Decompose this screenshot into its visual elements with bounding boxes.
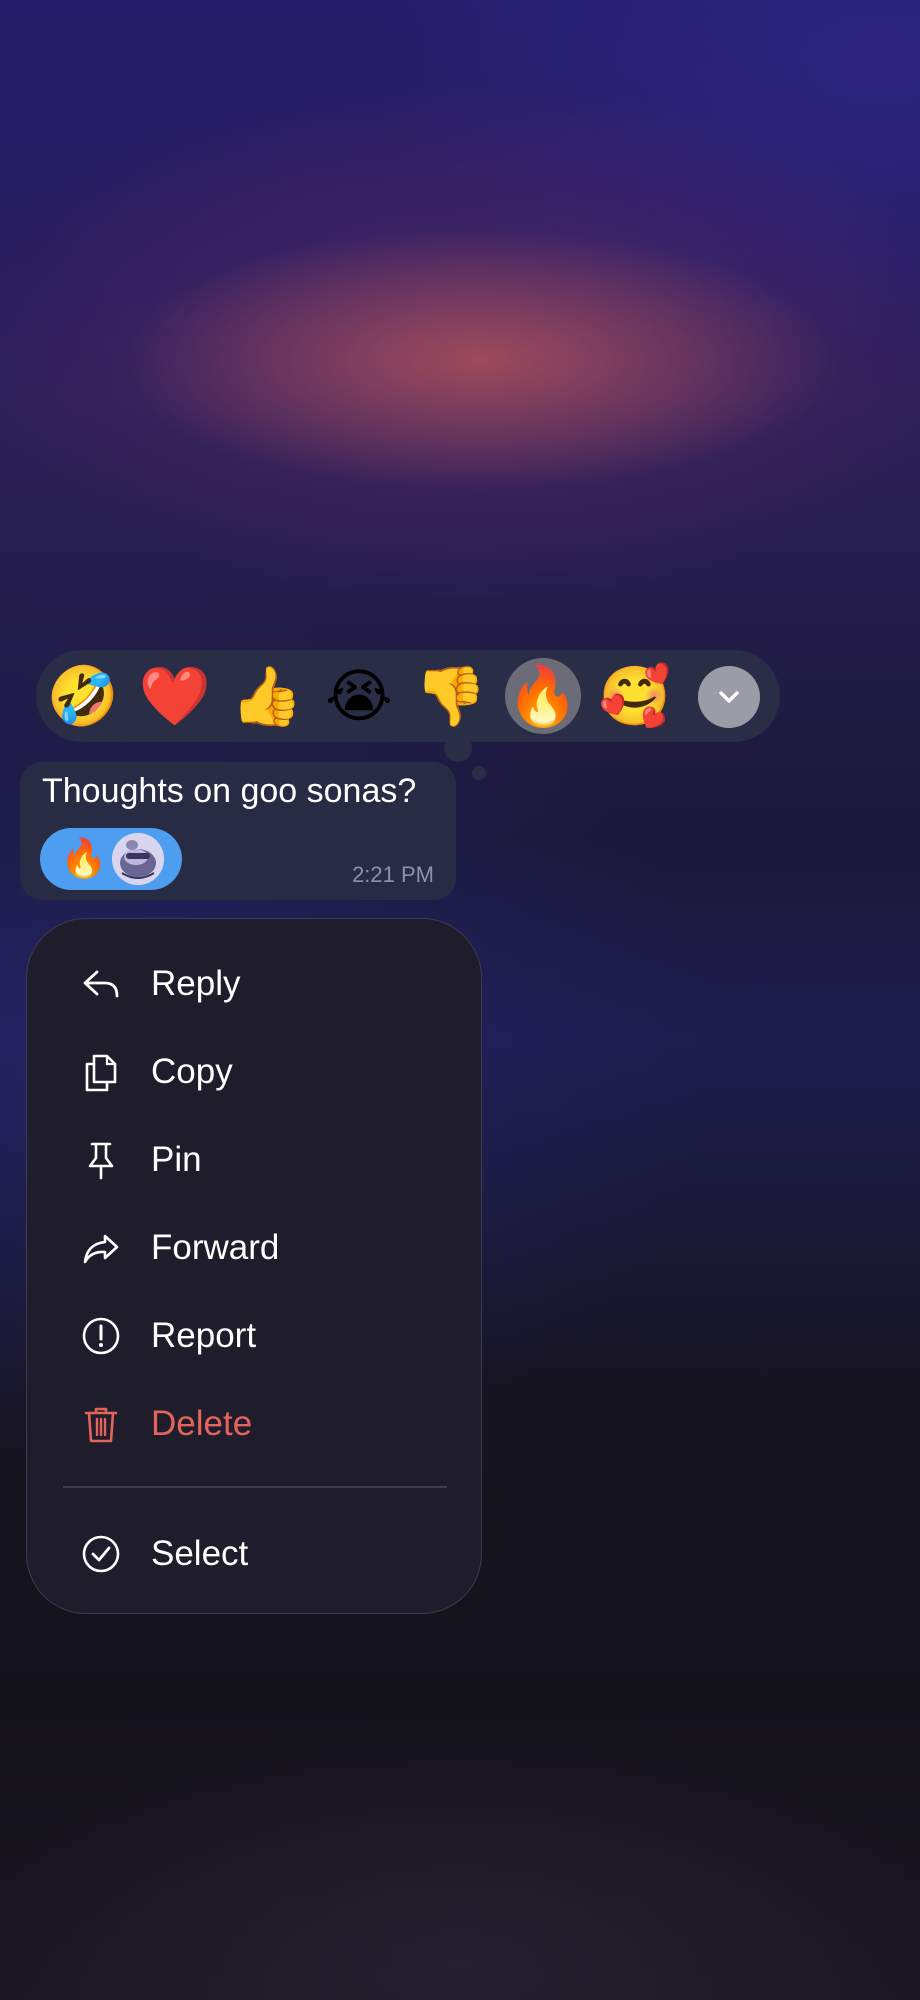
message-bubble[interactable]: Thoughts on goo sonas? 🔥 2:21 PM [20, 762, 456, 900]
reaction-rolling-laughing[interactable]: 🤣 [45, 658, 121, 734]
exclamation-circle-icon [82, 1317, 120, 1355]
menu-item-forward[interactable]: Forward [27, 1208, 483, 1288]
copy-icon [85, 1054, 117, 1092]
menu-separator [63, 1486, 447, 1488]
menu-item-select[interactable]: Select [27, 1514, 483, 1594]
menu-item-label: Select [151, 1534, 249, 1573]
context-menu: Reply Copy Pin Forward Report Delete Sel… [26, 918, 482, 1614]
chevron-down-icon [719, 691, 739, 703]
menu-item-label: Pin [151, 1140, 202, 1179]
reaction-fire[interactable]: 🔥 [505, 658, 581, 734]
reaction-heart[interactable]: ❤️ [137, 658, 213, 734]
menu-item-label: Copy [151, 1052, 233, 1091]
menu-item-copy[interactable]: Copy [27, 1032, 483, 1112]
menu-item-label: Reply [151, 964, 241, 1003]
thought-bubble-dot [444, 734, 472, 762]
check-circle-icon [82, 1535, 120, 1573]
reaction-emoji: 🔥 [60, 838, 108, 880]
reaction-thumbs-up[interactable]: 👍 [229, 658, 305, 734]
menu-item-reply[interactable]: Reply [27, 944, 483, 1024]
thought-bubble-dot-small [472, 766, 486, 780]
reaction-thumbs-down[interactable]: 👎 [413, 658, 489, 734]
reaction-picker: 🤣 ❤️ 👍 😭 👎 🔥 🥰 [36, 650, 780, 742]
menu-item-label: Report [151, 1316, 257, 1355]
trash-icon [84, 1407, 118, 1443]
message-reaction-pill[interactable]: 🔥 [40, 828, 182, 890]
menu-item-label: Delete [151, 1404, 253, 1443]
reply-icon [83, 970, 119, 998]
reactor-avatar [112, 833, 164, 885]
reaction-crying[interactable]: 😭 [321, 658, 397, 734]
menu-item-delete[interactable]: Delete [27, 1384, 483, 1464]
menu-item-report[interactable]: Report [27, 1296, 483, 1376]
menu-item-label: Forward [151, 1228, 280, 1267]
reaction-smiling-hearts[interactable]: 🥰 [597, 658, 673, 734]
expand-reactions-button[interactable] [698, 666, 760, 728]
message-timestamp: 2:21 PM [352, 862, 434, 887]
forward-icon [83, 1234, 119, 1264]
pin-icon [88, 1142, 114, 1180]
message-text: Thoughts on goo sonas? [42, 772, 417, 810]
menu-item-pin[interactable]: Pin [27, 1120, 483, 1200]
